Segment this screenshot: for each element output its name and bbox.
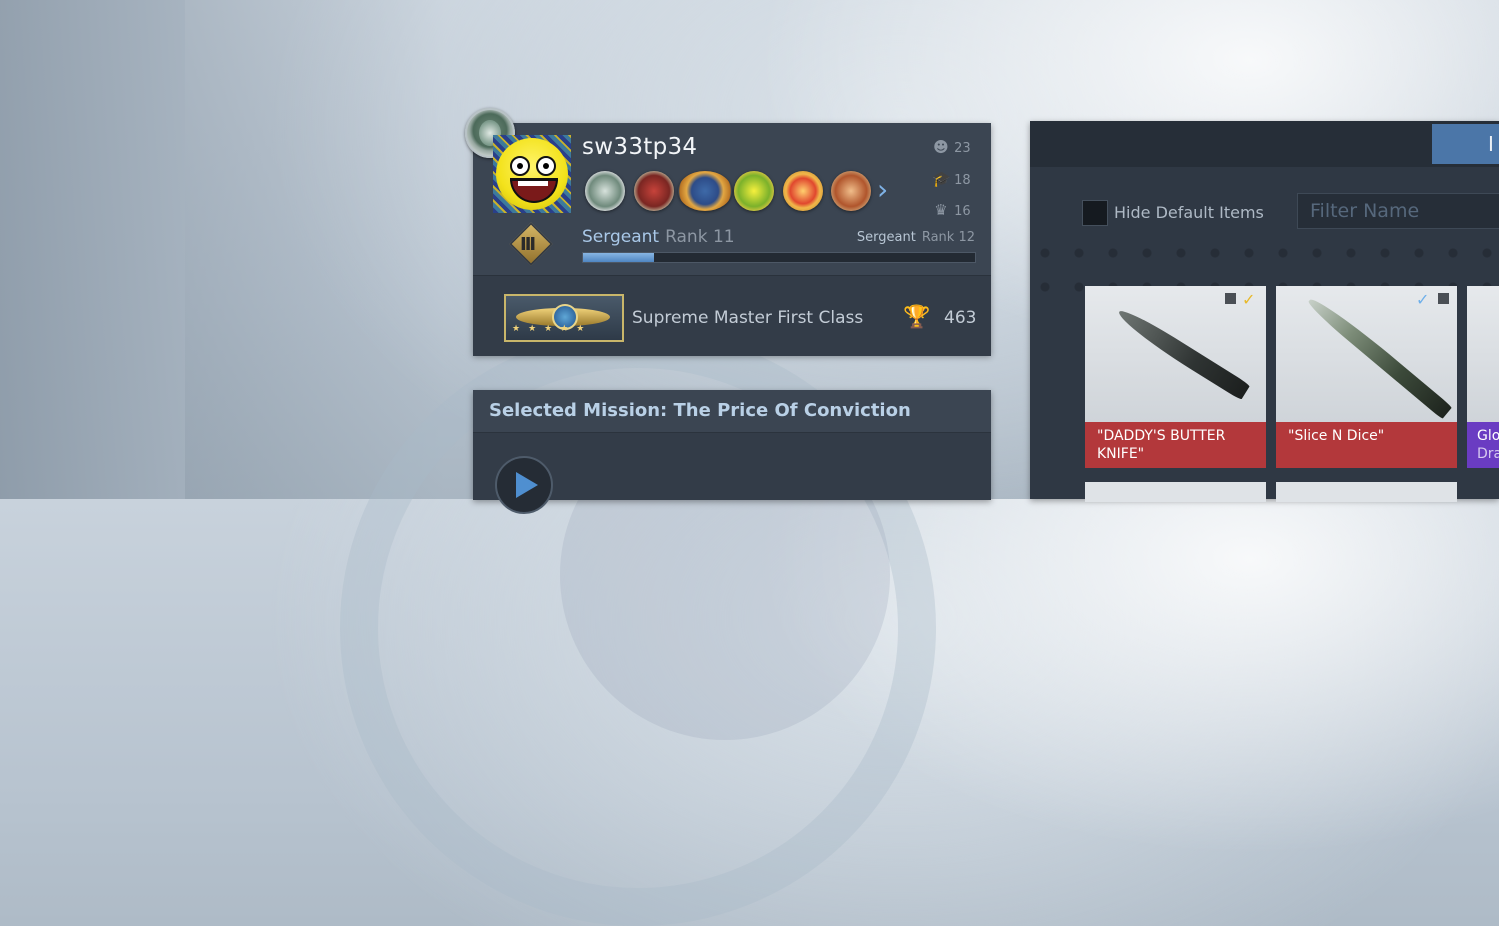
next-rank: Sergeant Rank 12 xyxy=(857,230,975,245)
current-rank-name: Sergeant xyxy=(582,227,660,247)
item-name: "DADDY'S BUTTER KNIFE" xyxy=(1085,422,1266,468)
avatar-mouth xyxy=(510,178,558,203)
green-coin-icon[interactable] xyxy=(734,171,774,211)
filter-name-input[interactable] xyxy=(1297,193,1499,229)
current-rank: Sergeant Rank 11 xyxy=(582,227,735,247)
commend-teacher-stat: 🎓 18 xyxy=(932,170,971,188)
skill-group-label: Supreme Master First Class xyxy=(632,308,864,328)
inventory-header xyxy=(1030,121,1499,167)
inventory-item[interactable]: ✓ "DADDY'S BUTTER KNIFE" xyxy=(1085,286,1266,468)
xp-progress-fill xyxy=(583,253,654,262)
awesome-face-icon xyxy=(496,138,568,210)
tab-inventory-label: I xyxy=(1488,132,1494,156)
trophy-icon: 🏆 xyxy=(903,305,931,330)
inventory-item-row2[interactable] xyxy=(1085,482,1266,502)
item-name: "Slice N Dice" xyxy=(1276,422,1457,468)
stars-row: ★★★★★ xyxy=(512,324,593,334)
inventory-item[interactable]: ✓ "Slice N Dice" xyxy=(1276,286,1457,468)
chevron-right-icon[interactable]: › xyxy=(877,176,888,204)
operation-coin-icon[interactable] xyxy=(634,171,674,211)
item-name-line1: Glo xyxy=(1477,428,1499,444)
bayonet-knife-image xyxy=(1305,292,1453,420)
avatar[interactable] xyxy=(493,135,571,213)
dot-pattern xyxy=(1030,232,1499,292)
butterfly-knife-image xyxy=(1113,305,1251,401)
current-rank-number: Rank 11 xyxy=(665,227,735,247)
competitive-wins: 463 xyxy=(944,308,977,328)
inventory-item-row2[interactable] xyxy=(1276,482,1457,502)
teacher-icon: 🎓 xyxy=(932,170,951,188)
avatar-eye-left xyxy=(510,156,530,176)
background-left-shade xyxy=(0,0,185,499)
item-name-line2: Dra xyxy=(1477,446,1499,462)
service-medal-small-icon[interactable] xyxy=(585,171,625,211)
orange-coin-icon[interactable] xyxy=(783,171,823,211)
commend-leader-count: 16 xyxy=(954,204,971,219)
next-rank-number: Rank 12 xyxy=(921,230,975,245)
hide-default-items-checkbox[interactable] xyxy=(1082,200,1108,226)
mission-title: Selected Mission: The Price Of Convictio… xyxy=(489,400,911,421)
leader-icon: ♛ xyxy=(934,201,948,219)
commend-leader-stat: ♛ 16 xyxy=(932,201,971,219)
wings-medal-icon[interactable] xyxy=(678,171,732,211)
select-square-icon[interactable] xyxy=(1438,293,1449,304)
check-icon: ✓ xyxy=(1242,290,1256,309)
smile-icon: ☻ xyxy=(933,138,949,156)
hide-default-items-label[interactable]: Hide Default Items xyxy=(1114,203,1264,222)
xp-progress-bar xyxy=(582,252,976,263)
avatar-eye-right xyxy=(536,156,556,176)
select-square-icon[interactable] xyxy=(1225,293,1236,304)
next-rank-name: Sergeant xyxy=(856,230,916,245)
skill-group-badge-icon[interactable]: ★★★★★ xyxy=(504,294,624,342)
item-name: Glo Dra xyxy=(1467,422,1499,468)
check-icon: ✓ xyxy=(1416,290,1430,309)
username[interactable]: sw33tp34 xyxy=(582,134,697,160)
commend-teacher-count: 18 xyxy=(954,173,971,188)
commend-friendly-stat: ☻ 23 xyxy=(932,138,971,156)
background-gradient xyxy=(185,0,445,499)
rank-bars: III xyxy=(520,234,536,255)
tab-inventory[interactable]: I xyxy=(1432,124,1499,164)
play-mission-button[interactable] xyxy=(495,456,553,514)
bronze-coin-icon[interactable] xyxy=(831,171,871,211)
commend-friendly-count: 23 xyxy=(954,141,971,156)
inventory-item[interactable]: Glo Dra xyxy=(1467,286,1499,468)
